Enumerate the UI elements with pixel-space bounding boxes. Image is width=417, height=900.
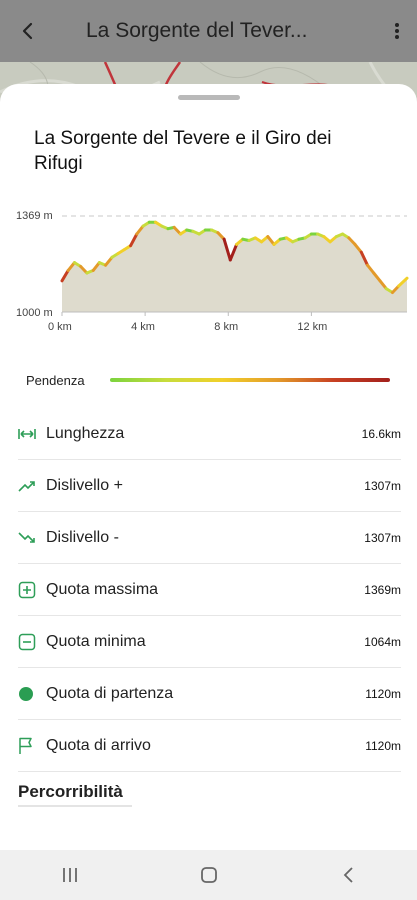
stat-value: 1120m xyxy=(365,686,401,701)
recent-apps-button[interactable] xyxy=(40,850,100,900)
y-tick-label-max: 1369 m xyxy=(16,210,53,222)
more-vert-icon xyxy=(395,23,399,39)
stat-name: Quota minima xyxy=(46,632,146,650)
y-tick-label-min: 1000 m xyxy=(16,307,53,319)
route-stats-list: Lunghezza 16.6km Dislivello + 1307m Disl… xyxy=(0,408,417,772)
stat-name: Dislivello - xyxy=(46,528,119,546)
elevation-profile-chart: 1369 m 1000 m 0 km 4 km 8 km 12 km xyxy=(16,210,409,333)
slope-gradient-bar xyxy=(110,378,390,382)
x-tick-label: 0 km xyxy=(48,321,72,333)
max-elevation-icon xyxy=(18,580,46,600)
slope-legend: Pendenza xyxy=(26,370,396,390)
stat-name: Quota massima xyxy=(46,580,159,598)
home-icon xyxy=(200,867,217,883)
sheet-drag-handle[interactable] xyxy=(178,95,240,100)
stat-value: 1307m xyxy=(364,530,401,545)
route-details-sheet: La Sorgente del Tevere e il Giro dei Rif… xyxy=(0,84,417,850)
stat-row-ascent: Dislivello + 1307m xyxy=(18,460,401,512)
recent-apps-icon xyxy=(62,868,77,882)
stat-value: 1307m xyxy=(364,478,401,493)
home-button[interactable] xyxy=(179,850,239,900)
back-arrow-icon xyxy=(22,22,33,40)
min-elevation-icon xyxy=(18,632,46,652)
stat-value: 1120m xyxy=(365,738,401,753)
stat-name: Lunghezza xyxy=(46,424,125,442)
x-tick-label: 4 km xyxy=(131,321,155,333)
app-bar-title: La Sorgente del Tever... xyxy=(86,19,308,42)
stat-value: 1369m xyxy=(364,582,401,597)
stat-row-max-elevation: Quota massima 1369m xyxy=(18,564,401,616)
length-icon xyxy=(18,424,46,444)
stat-row-finish-elevation: Quota di arrivo 1120m xyxy=(18,720,401,772)
stat-row-length: Lunghezza 16.6km xyxy=(18,408,401,460)
stat-row-descent: Dislivello - 1307m xyxy=(18,512,401,564)
stat-name: Dislivello + xyxy=(46,476,123,494)
descent-icon xyxy=(18,528,46,548)
start-point-icon xyxy=(18,684,46,704)
more-options-button[interactable] xyxy=(377,0,417,62)
x-tick-label: 8 km xyxy=(214,321,238,333)
elevation-area xyxy=(62,222,407,312)
ascent-icon xyxy=(18,476,46,496)
chevron-left-icon xyxy=(343,867,353,883)
top-app-bar: La Sorgente del Tever... xyxy=(0,0,417,62)
route-title: La Sorgente del Tevere e il Giro dei Rif… xyxy=(34,128,332,174)
section-title-walkability: Percorribilità xyxy=(18,782,123,801)
stat-name: Quota di partenza xyxy=(46,684,174,702)
slope-label: Pendenza xyxy=(26,372,85,388)
finish-flag-icon xyxy=(18,736,46,756)
stat-value: 1064m xyxy=(364,634,401,649)
system-nav-bar xyxy=(0,850,417,900)
section-underline xyxy=(18,805,132,807)
back-button[interactable] xyxy=(0,0,56,62)
x-tick-label: 12 km xyxy=(297,321,327,333)
stat-value: 16.6km xyxy=(361,426,401,441)
system-back-button[interactable] xyxy=(318,850,378,900)
stat-name: Quota di arrivo xyxy=(46,736,151,754)
stat-row-start-elevation: Quota di partenza 1120m xyxy=(18,668,401,720)
stat-row-min-elevation: Quota minima 1064m xyxy=(18,616,401,668)
